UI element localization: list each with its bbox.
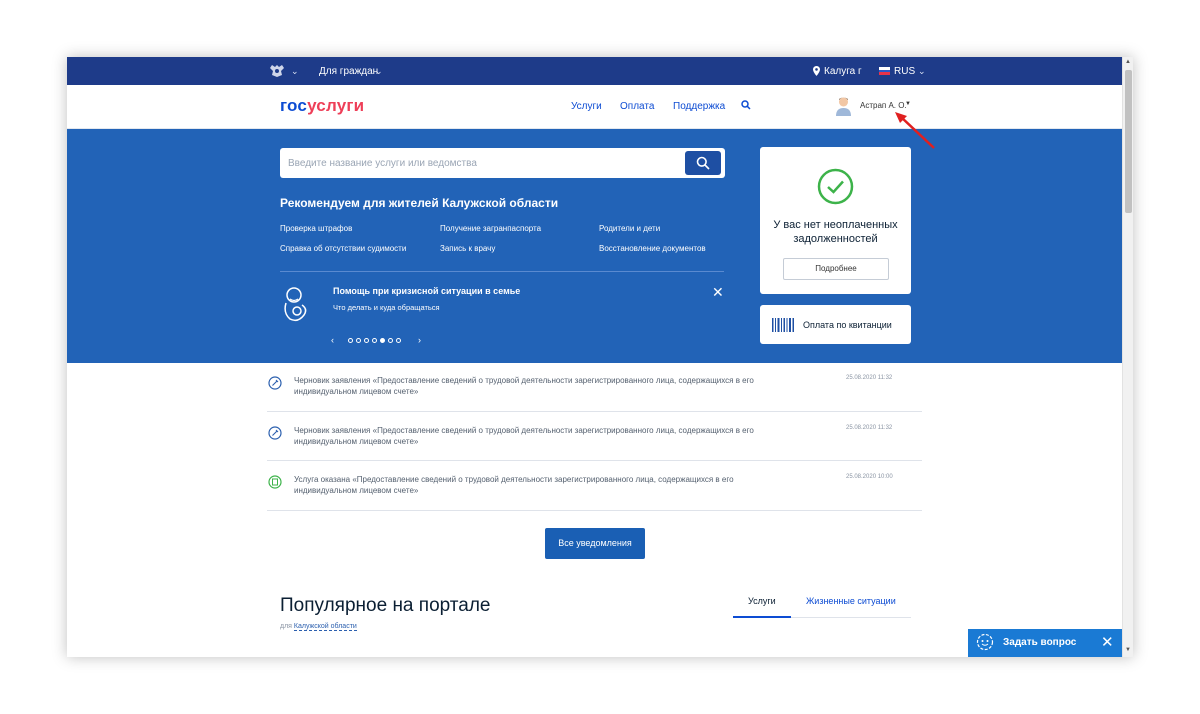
chevron-down-icon[interactable]: ⌄ [375,66,383,77]
search-icon [696,156,710,170]
barcode-icon [772,318,794,332]
scroll-up-icon[interactable]: ▲ [1125,59,1131,65]
search-input[interactable] [288,155,668,171]
notification-date: 25.08.2020 10:00 [846,474,893,480]
chat-bot-icon [976,633,994,651]
hero-section: Рекомендуем для жителей Калужской област… [67,129,1122,363]
link-no-criminal-record[interactable]: Справка об отсутствии судимости [280,244,406,253]
annotation-arrow-icon [895,112,935,149]
popular-title: Популярное на портале [280,595,491,616]
scroll-down-icon[interactable]: ▼ [1125,647,1131,653]
search-icon[interactable] [741,100,751,110]
notification-text: Услуга оказана «Предоставление сведений … [294,475,734,495]
pay-by-receipt-label: Оплата по квитанции [803,320,892,330]
notification-date: 25.08.2020 11:32 [846,375,893,381]
notification-text: Черновик заявления «Предоставление сведе… [294,426,754,446]
link-fines[interactable]: Проверка штрафов [280,224,352,233]
ask-question-label: Задать вопрос [1003,637,1077,648]
promo-subtitle: Что делать и куда обращаться [333,303,440,312]
all-notifications-button[interactable]: Все уведомления [545,528,645,559]
caret-down-icon[interactable]: ▼ [905,101,911,107]
logo-part-gos: гос [280,96,308,115]
tab-life-situations[interactable]: Жизненные ситуации [806,596,896,606]
citizens-menu[interactable]: Для граждан [319,66,378,77]
details-button[interactable]: Подробнее [783,258,889,280]
location-link[interactable]: Калуга г [824,66,862,77]
tab-services[interactable]: Услуги [748,596,776,606]
link-passport[interactable]: Получение загранпаспорта [440,224,541,233]
close-icon[interactable]: ✕ [1101,633,1114,651]
logo-part-uslugi: услуги [307,96,365,115]
browser-window: ⌄ Для граждан ⌄ Калуга г RUS ⌄ госуслуги… [67,57,1133,657]
notification-item[interactable]: Черновик заявления «Предоставление сведе… [267,425,922,461]
carousel-dot[interactable] [356,338,361,343]
service-done-icon [268,475,282,489]
chevron-left-icon[interactable]: ‹ [331,335,334,345]
scroll-thumb[interactable] [1125,70,1132,213]
scrollbar[interactable]: ▲ ▼ [1122,57,1133,657]
carousel-dot[interactable] [372,338,377,343]
carousel-dot[interactable] [396,338,401,343]
russian-flag-icon [879,67,890,75]
nav-services[interactable]: Услуги [571,101,602,112]
draft-icon [268,376,282,390]
region-prefix: для [280,623,292,630]
divider [280,271,724,272]
nav-payment[interactable]: Оплата [620,101,654,112]
carousel-dot[interactable] [388,338,393,343]
user-name-menu[interactable]: Астрап А. О. [860,101,907,110]
link-parents[interactable]: Родители и дети [599,224,660,233]
location-pin-icon [813,66,820,76]
region-caption: для Калужской области [280,623,357,631]
draft-icon [268,426,282,440]
gosuslugi-logo[interactable]: госуслуги [280,96,364,116]
debt-status-card: У вас нет неоплаченных задолженностей По… [760,147,911,294]
emblem-icon[interactable] [267,63,287,79]
notification-item[interactable]: Услуга оказана «Предоставление сведений … [267,474,922,511]
language-selector[interactable]: RUS [894,66,915,77]
carousel-dot[interactable] [364,338,369,343]
top-bar: ⌄ Для граждан ⌄ Калуга г RUS ⌄ [67,57,1122,85]
notification-text: Черновик заявления «Предоставление сведе… [294,376,754,396]
debt-status-text: У вас нет неоплаченных задолженностей [773,219,898,245]
site-header: госуслуги Услуги Оплата Поддержка Астрап… [67,85,1122,129]
ask-question-widget[interactable]: Задать вопрос ✕ [968,629,1122,657]
notification-item[interactable]: Черновик заявления «Предоставление сведе… [267,375,922,412]
carousel-pagination: ‹ › [331,335,431,347]
active-tab-indicator [733,616,791,618]
nav-support[interactable]: Поддержка [673,101,725,112]
chevron-right-icon[interactable]: › [418,335,421,345]
search-field [280,148,725,178]
carousel-dot-active[interactable] [380,338,385,343]
mother-child-icon [284,287,307,322]
link-doctor[interactable]: Запись к врачу [440,244,495,253]
pay-by-receipt-card[interactable]: Оплата по квитанции [760,305,911,344]
link-restore-docs[interactable]: Восстановление документов [599,244,706,253]
promo-title[interactable]: Помощь при кризисной ситуации в семье [333,286,520,296]
carousel-dot[interactable] [348,338,353,343]
check-circle-icon [817,168,854,205]
close-icon[interactable]: ✕ [712,284,724,301]
chevron-down-icon[interactable]: ⌄ [291,66,299,77]
notification-date: 25.08.2020 11:32 [846,425,893,431]
search-button[interactable] [685,151,721,175]
region-link[interactable]: Калужской области [293,623,357,631]
avatar[interactable] [835,96,852,116]
recommend-title: Рекомендуем для жителей Калужской област… [280,196,559,210]
chevron-down-icon[interactable]: ⌄ [918,66,926,77]
